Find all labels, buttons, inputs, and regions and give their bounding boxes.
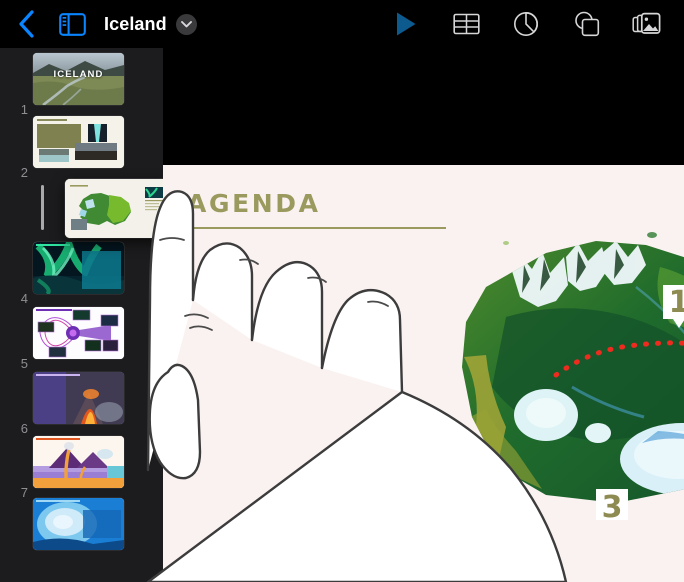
- slide-2-photo-b: [75, 143, 117, 160]
- slide-number-2: 2: [20, 165, 28, 180]
- slide-4-heading-bar: [36, 244, 70, 246]
- slide-drop-indicator: [41, 185, 44, 230]
- slide-list-item-2[interactable]: 2: [0, 116, 163, 179]
- slide-8-heading-bar: [36, 500, 80, 502]
- slide-thumbnail-2[interactable]: [33, 116, 124, 168]
- slide-list-item-4[interactable]: 4: [0, 242, 163, 305]
- slide-thumbnail-5[interactable]: [33, 307, 124, 359]
- magnetosphere-diagram: [33, 307, 124, 359]
- dragged-slide-thumbnail-3[interactable]: [65, 179, 163, 238]
- geothermal-photo: [75, 143, 117, 160]
- toolbar: Iceland: [0, 0, 684, 48]
- slide-2-photo-c: [39, 149, 69, 162]
- volcano-cross-section-diagram: [33, 436, 124, 488]
- insert-shape-button[interactable]: [556, 0, 616, 48]
- dragged-slide-3-content: [65, 179, 163, 238]
- lagoon-photo: [39, 149, 69, 162]
- small-glacier: [585, 423, 611, 443]
- slide-7-heading-bar: [36, 438, 80, 440]
- slide-navigator-sidebar[interactable]: 1 ICELAND 2 4 5 6 7: [0, 48, 163, 582]
- slide-canvas-area[interactable]: AGENDA 1 3: [163, 48, 684, 582]
- slide-4-text-panel: [82, 251, 121, 289]
- slide-thumbnail-6[interactable]: [33, 372, 124, 424]
- slide-7-content: [33, 436, 124, 488]
- slide-2-photo-a: [88, 124, 107, 142]
- svg-text:1: 1: [669, 285, 684, 320]
- play-triangle-icon: [397, 12, 416, 36]
- shapes-icon: [574, 11, 599, 37]
- glacier-ice-photo: [33, 498, 124, 550]
- slide-2-content: [33, 116, 124, 168]
- slide-number-1: 1: [20, 102, 28, 117]
- slide-number-4: 4: [20, 291, 28, 306]
- iceland-satellite-map: 1 3: [446, 227, 684, 520]
- keynote-app-window: Iceland 1 ICELAND 2 4 5 6 7 AGENDA 1 3: [0, 0, 684, 582]
- agenda-map-thumbnail: [65, 179, 163, 238]
- sidebar-toggle-button[interactable]: [52, 0, 92, 48]
- document-title-menu-button[interactable]: [175, 13, 197, 35]
- insert-chart-button[interactable]: [496, 0, 556, 48]
- slide-1-title: ICELAND: [53, 69, 104, 80]
- insert-media-button[interactable]: [616, 0, 676, 48]
- current-slide[interactable]: AGENDA 1 3: [163, 165, 684, 582]
- slide-thumbnail-4[interactable]: [33, 242, 124, 294]
- slide-list-item-5[interactable]: 5: [0, 307, 163, 370]
- slide-list-item-1[interactable]: 1 ICELAND: [0, 53, 163, 116]
- slide-list-item-6[interactable]: 6: [0, 372, 163, 435]
- back-button[interactable]: [4, 0, 48, 48]
- chevron-left-icon: [19, 10, 34, 38]
- document-title: Iceland: [104, 14, 167, 34]
- insert-table-button[interactable]: [436, 0, 496, 48]
- slide-list-item-7[interactable]: 7: [0, 436, 163, 499]
- slide-thumbnail-7[interactable]: [33, 436, 124, 488]
- sidebar-panel-icon: [58, 12, 86, 36]
- svg-text:3: 3: [602, 490, 623, 520]
- slide-2-heading-bar: [37, 119, 67, 121]
- photo-stack-icon: [631, 12, 660, 34]
- iceland-map-image[interactable]: 1 3: [446, 227, 684, 520]
- slide-title-agenda: AGENDA: [187, 189, 321, 218]
- volcano-eruption-photo: [33, 372, 124, 424]
- slide-5-heading-bar: [36, 309, 72, 311]
- slide-thumbnail-1[interactable]: ICELAND: [33, 53, 124, 105]
- slide-8-content: [33, 498, 124, 550]
- pie-chart-icon: [514, 11, 538, 36]
- play-presentation-button[interactable]: [376, 0, 436, 48]
- slide-4-content: [33, 242, 124, 294]
- small-islet: [503, 241, 509, 245]
- slide-number-5: 5: [20, 356, 28, 371]
- slide-6-content: [33, 372, 124, 424]
- slide-number-6: 6: [20, 421, 28, 436]
- chevron-down-icon: [180, 20, 192, 27]
- grimsey-island: [647, 232, 657, 238]
- slide-thumbnail-8[interactable]: [33, 498, 124, 550]
- waterfall-photo: [88, 124, 107, 142]
- table-grid-icon: [452, 13, 480, 35]
- map-pin-3: 3: [596, 489, 628, 520]
- slide-5-content: [33, 307, 124, 359]
- slide-6-heading-bar: [36, 374, 80, 376]
- slide-list-item-8[interactable]: [0, 498, 163, 561]
